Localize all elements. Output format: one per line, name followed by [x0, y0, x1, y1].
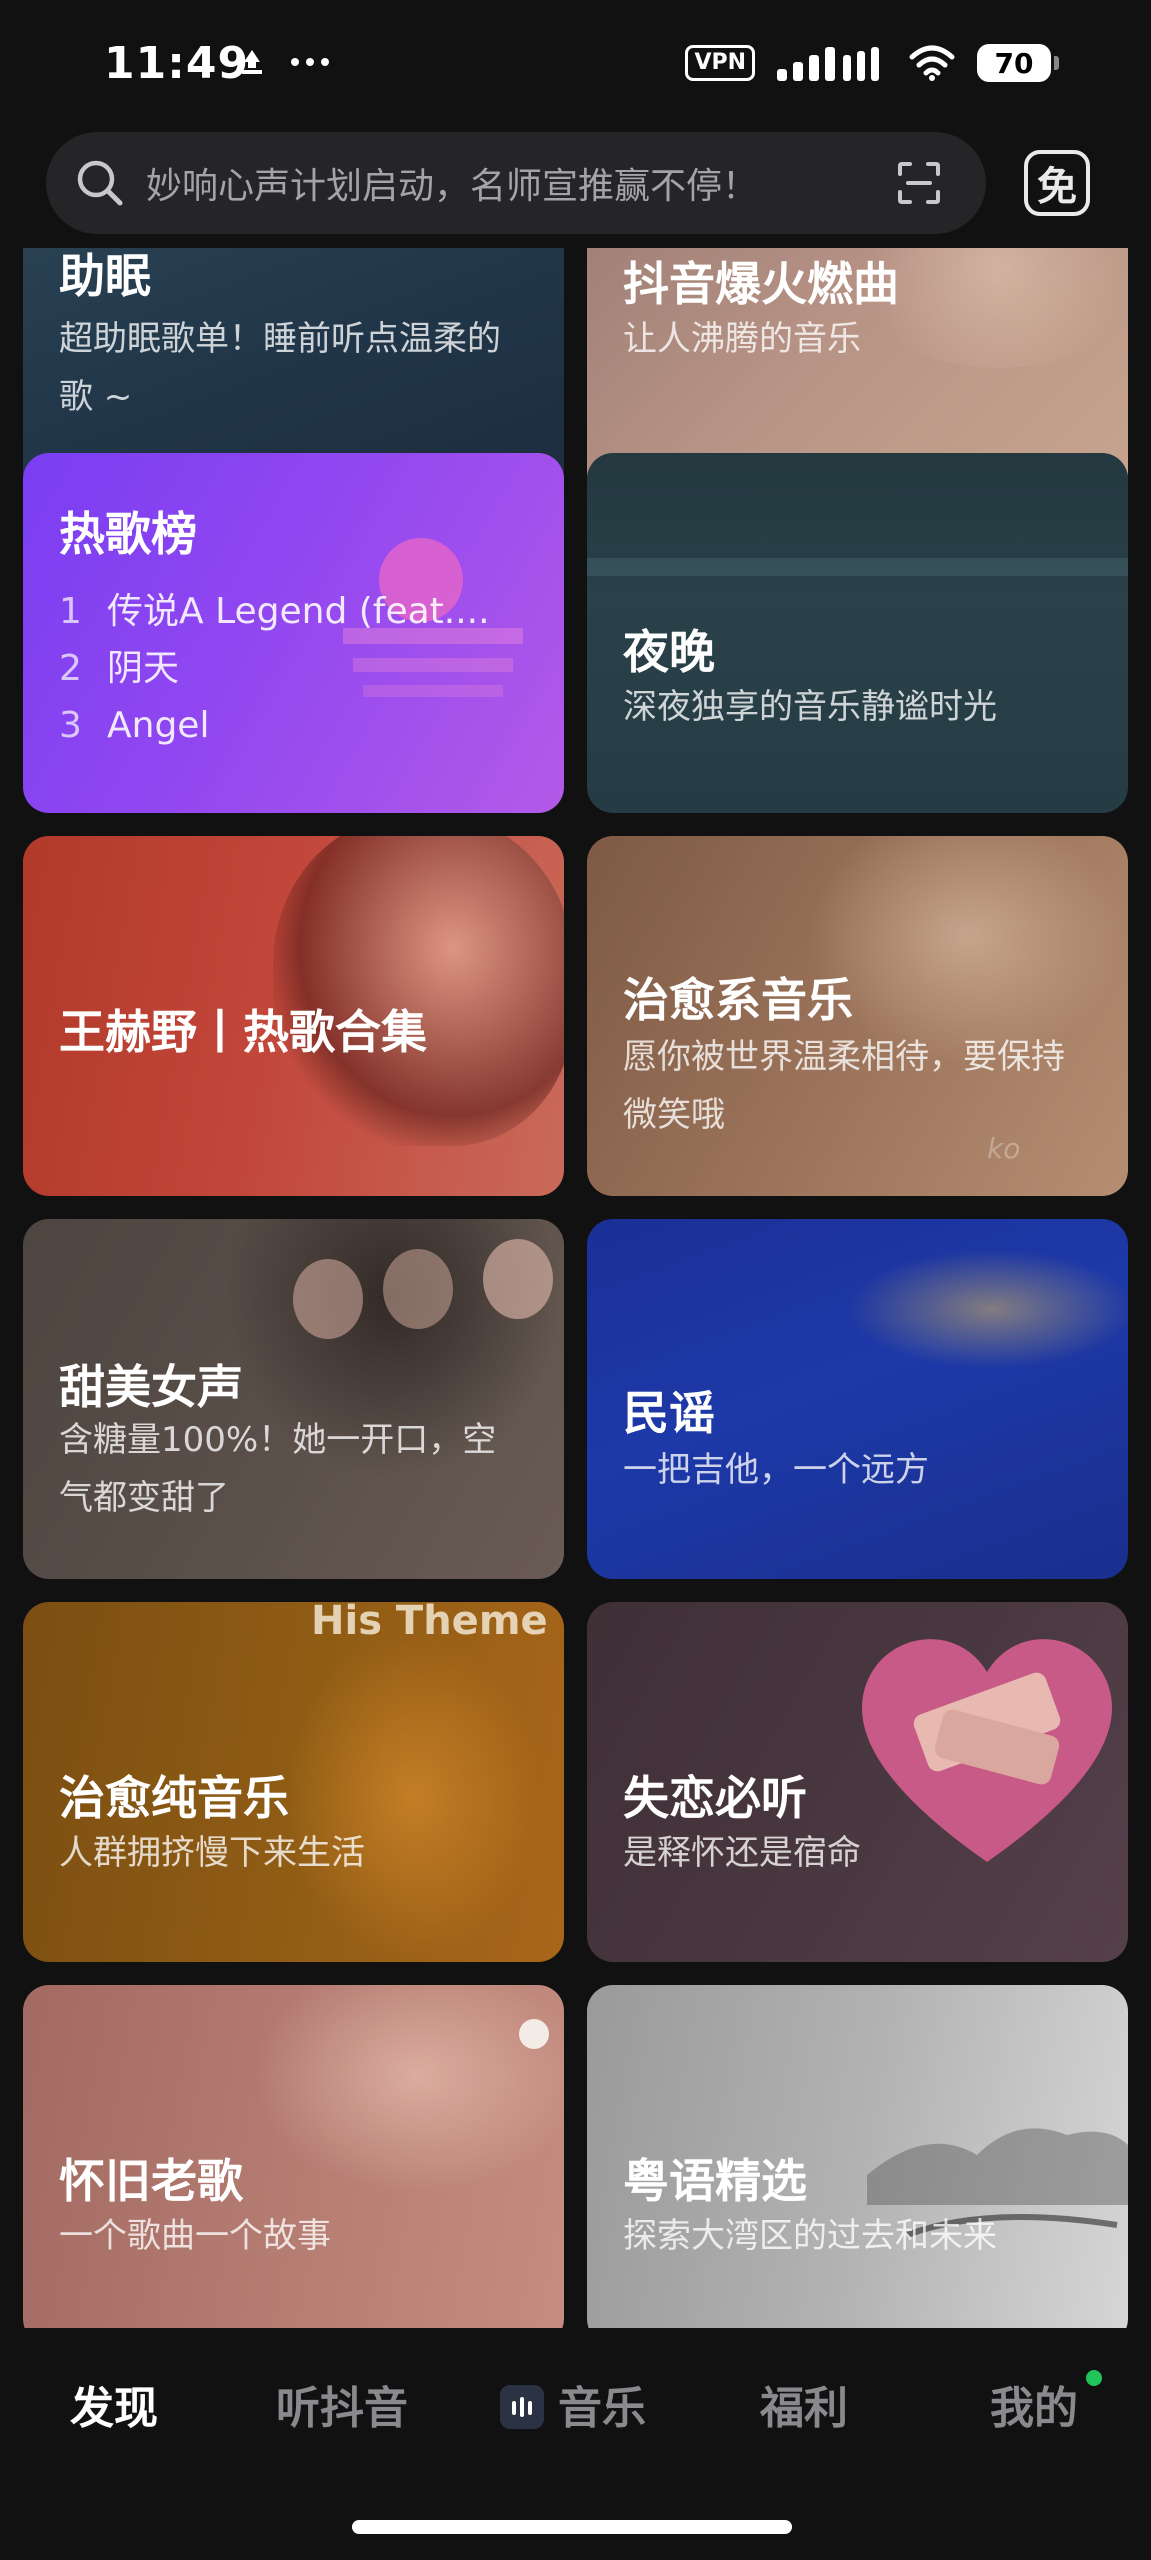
playlist-card-sweet-voice[interactable]: 甜美女声 含糖量100%！她一开口，空气都变甜了 — [23, 1219, 564, 1579]
wifi-icon — [909, 45, 955, 81]
transfer-icon — [242, 50, 262, 74]
cellular-signal-icon — [777, 47, 879, 81]
bottom-nav: 发现 听抖音 音乐 福利 我的 — [0, 2330, 1151, 2470]
playlist-card-cantonese[interactable]: 粤语精选 探索大湾区的过去和未来 — [587, 1985, 1128, 2328]
playlist-grid: 助眠 超助眠歌单！睡前听点温柔的歌 ~ 抖音爆火燃曲 让人沸腾的音乐 热歌榜 1… — [0, 248, 1151, 2328]
tab-listen-douyin[interactable]: 听抖音 — [276, 2372, 408, 2436]
playlist-card-hot-chart[interactable]: 热歌榜 1 传说A Legend (feat.... 2 阴天 3 Angel — [23, 453, 564, 813]
playlist-card-oldies[interactable]: 怀旧老歌 一个歌曲一个故事 — [23, 1985, 564, 2328]
artist-photo — [253, 1985, 564, 2195]
notification-dot — [1086, 2370, 1102, 2386]
playlist-card-heartbreak[interactable]: 失恋必听 是释怀还是宿命 — [587, 1602, 1128, 1962]
tab-music[interactable]: 音乐 — [500, 2372, 646, 2436]
card-artwork — [283, 1632, 543, 1962]
card-artwork — [587, 558, 1128, 576]
free-mode-button[interactable]: 免 — [1024, 150, 1090, 216]
music-icon — [500, 2385, 544, 2429]
status-time: 11:49 — [104, 38, 250, 89]
tab-welfare[interactable]: 福利 — [760, 2372, 848, 2436]
artist-photo — [273, 836, 564, 1146]
playlist-card-night[interactable]: 夜晚 深夜独享的音乐静谧时光 — [587, 453, 1128, 813]
tab-music-label: 音乐 — [558, 2383, 646, 2434]
list-item[interactable]: 2 阴天 — [59, 640, 529, 697]
tab-mine[interactable]: 我的 — [990, 2372, 1078, 2436]
search-bar[interactable]: 妙响心声计划启动，名师宣推赢不停！ — [46, 132, 986, 234]
home-indicator[interactable] — [352, 2520, 792, 2534]
search-icon — [77, 160, 123, 206]
tab-discover[interactable]: 发现 — [70, 2372, 158, 2436]
hot-chart-list: 1 传说A Legend (feat.... 2 阴天 3 Angel — [59, 583, 529, 754]
battery-indicator: 70 — [977, 44, 1059, 82]
card-artwork — [847, 1249, 1128, 1369]
scan-icon[interactable] — [896, 160, 942, 206]
playlist-card-healing[interactable]: ko 治愈系音乐 愿你被世界温柔相待，要保持微笑哦 — [587, 836, 1128, 1196]
vpn-badge: VPN — [685, 45, 755, 81]
search-placeholder: 妙响心声计划启动，名师宣推赢不停！ — [146, 166, 759, 207]
playlist-card-folk[interactable]: 民谣 一把吉他，一个远方 — [587, 1219, 1128, 1579]
playlist-card-healing-instrumental[interactable]: His Theme 治愈纯音乐 人群拥挤慢下来生活 — [23, 1602, 564, 1962]
list-item[interactable]: 3 Angel — [59, 697, 529, 754]
status-bar: 11:49 VPN 70 — [0, 0, 1151, 130]
list-item[interactable]: 1 传说A Legend (feat.... — [59, 583, 529, 640]
playlist-card-wang-heye[interactable]: 王赫野丨热歌合集 — [23, 836, 564, 1196]
more-icon — [291, 58, 329, 66]
